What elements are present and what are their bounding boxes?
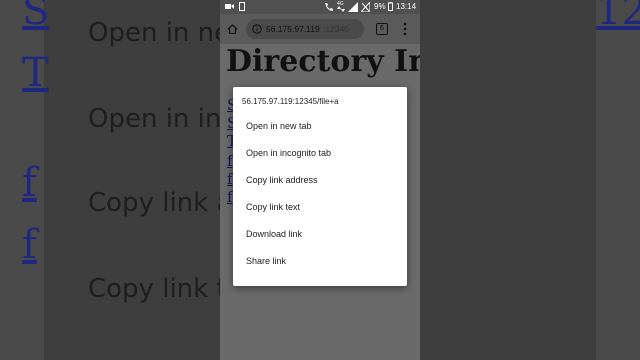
- data-arrows-icon: [337, 6, 345, 12]
- menu-item-copy-link-address[interactable]: Copy link address: [233, 167, 407, 193]
- battery-icon: [388, 2, 393, 11]
- background-text-copy-address: Copy link a: [88, 188, 233, 218]
- background-text-open-incognito: Open in inc: [88, 104, 236, 134]
- url-port: :12345: [323, 24, 349, 34]
- page-link-5[interactable]: f: [227, 170, 233, 188]
- clock: 13:14: [396, 2, 417, 11]
- link-context-menu: 56.175.97.119:12345/file+a Open in new t…: [233, 87, 407, 286]
- home-icon[interactable]: [227, 24, 238, 34]
- address-bar[interactable]: 56.175.97.119 :12345: [246, 19, 364, 39]
- menu-item-share-link[interactable]: Share link: [233, 248, 407, 274]
- signal-icon: [348, 2, 358, 12]
- info-icon[interactable]: [252, 24, 262, 34]
- background-link-4: f: [22, 222, 37, 268]
- status-bar: 4G 9% 13:14: [220, 0, 420, 14]
- menu-item-label: Open in new tab: [246, 121, 312, 131]
- menu-item-open-new-tab[interactable]: Open in new tab: [233, 113, 407, 139]
- no-signal-icon: [361, 2, 370, 12]
- background-right-strip: [596, 0, 640, 360]
- more-options-icon[interactable]: [403, 22, 407, 36]
- menu-link-url: 56.175.97.119:12345/file+a: [242, 97, 339, 106]
- background-link-2: T: [22, 50, 49, 96]
- menu-item-label: Download link: [246, 229, 303, 239]
- menu-item-label: Copy link text: [246, 202, 301, 212]
- call-icon: [325, 3, 333, 11]
- browser-toolbar: 56.175.97.119 :12345 6: [220, 14, 420, 44]
- menu-item-copy-link-text[interactable]: Copy link text: [233, 194, 407, 220]
- background-right-number: 12: [596, 0, 640, 34]
- battery-percent: 9%: [374, 2, 386, 11]
- background-link-1: S: [22, 0, 50, 34]
- url-host: 56.175.97.119: [266, 24, 320, 34]
- background-text-open-new: Open in ne: [88, 18, 231, 48]
- page-link-4[interactable]: f: [227, 152, 233, 170]
- camera-icon: [225, 4, 234, 9]
- menu-item-open-incognito-tab[interactable]: Open in incognito tab: [233, 140, 407, 166]
- sim-icon: [239, 2, 245, 11]
- menu-item-label: Copy link address: [246, 175, 318, 185]
- background-text-copy-text: Copy link t: [88, 274, 227, 304]
- page-link-6[interactable]: f: [227, 188, 233, 206]
- menu-item-label: Open in incognito tab: [246, 148, 332, 158]
- menu-item-download-link[interactable]: Download link: [233, 221, 407, 247]
- background-link-3: f: [22, 160, 37, 206]
- tab-switcher-button[interactable]: 6: [376, 23, 388, 35]
- page-heading: Directory In: [226, 44, 420, 79]
- menu-item-label: Share link: [246, 256, 287, 266]
